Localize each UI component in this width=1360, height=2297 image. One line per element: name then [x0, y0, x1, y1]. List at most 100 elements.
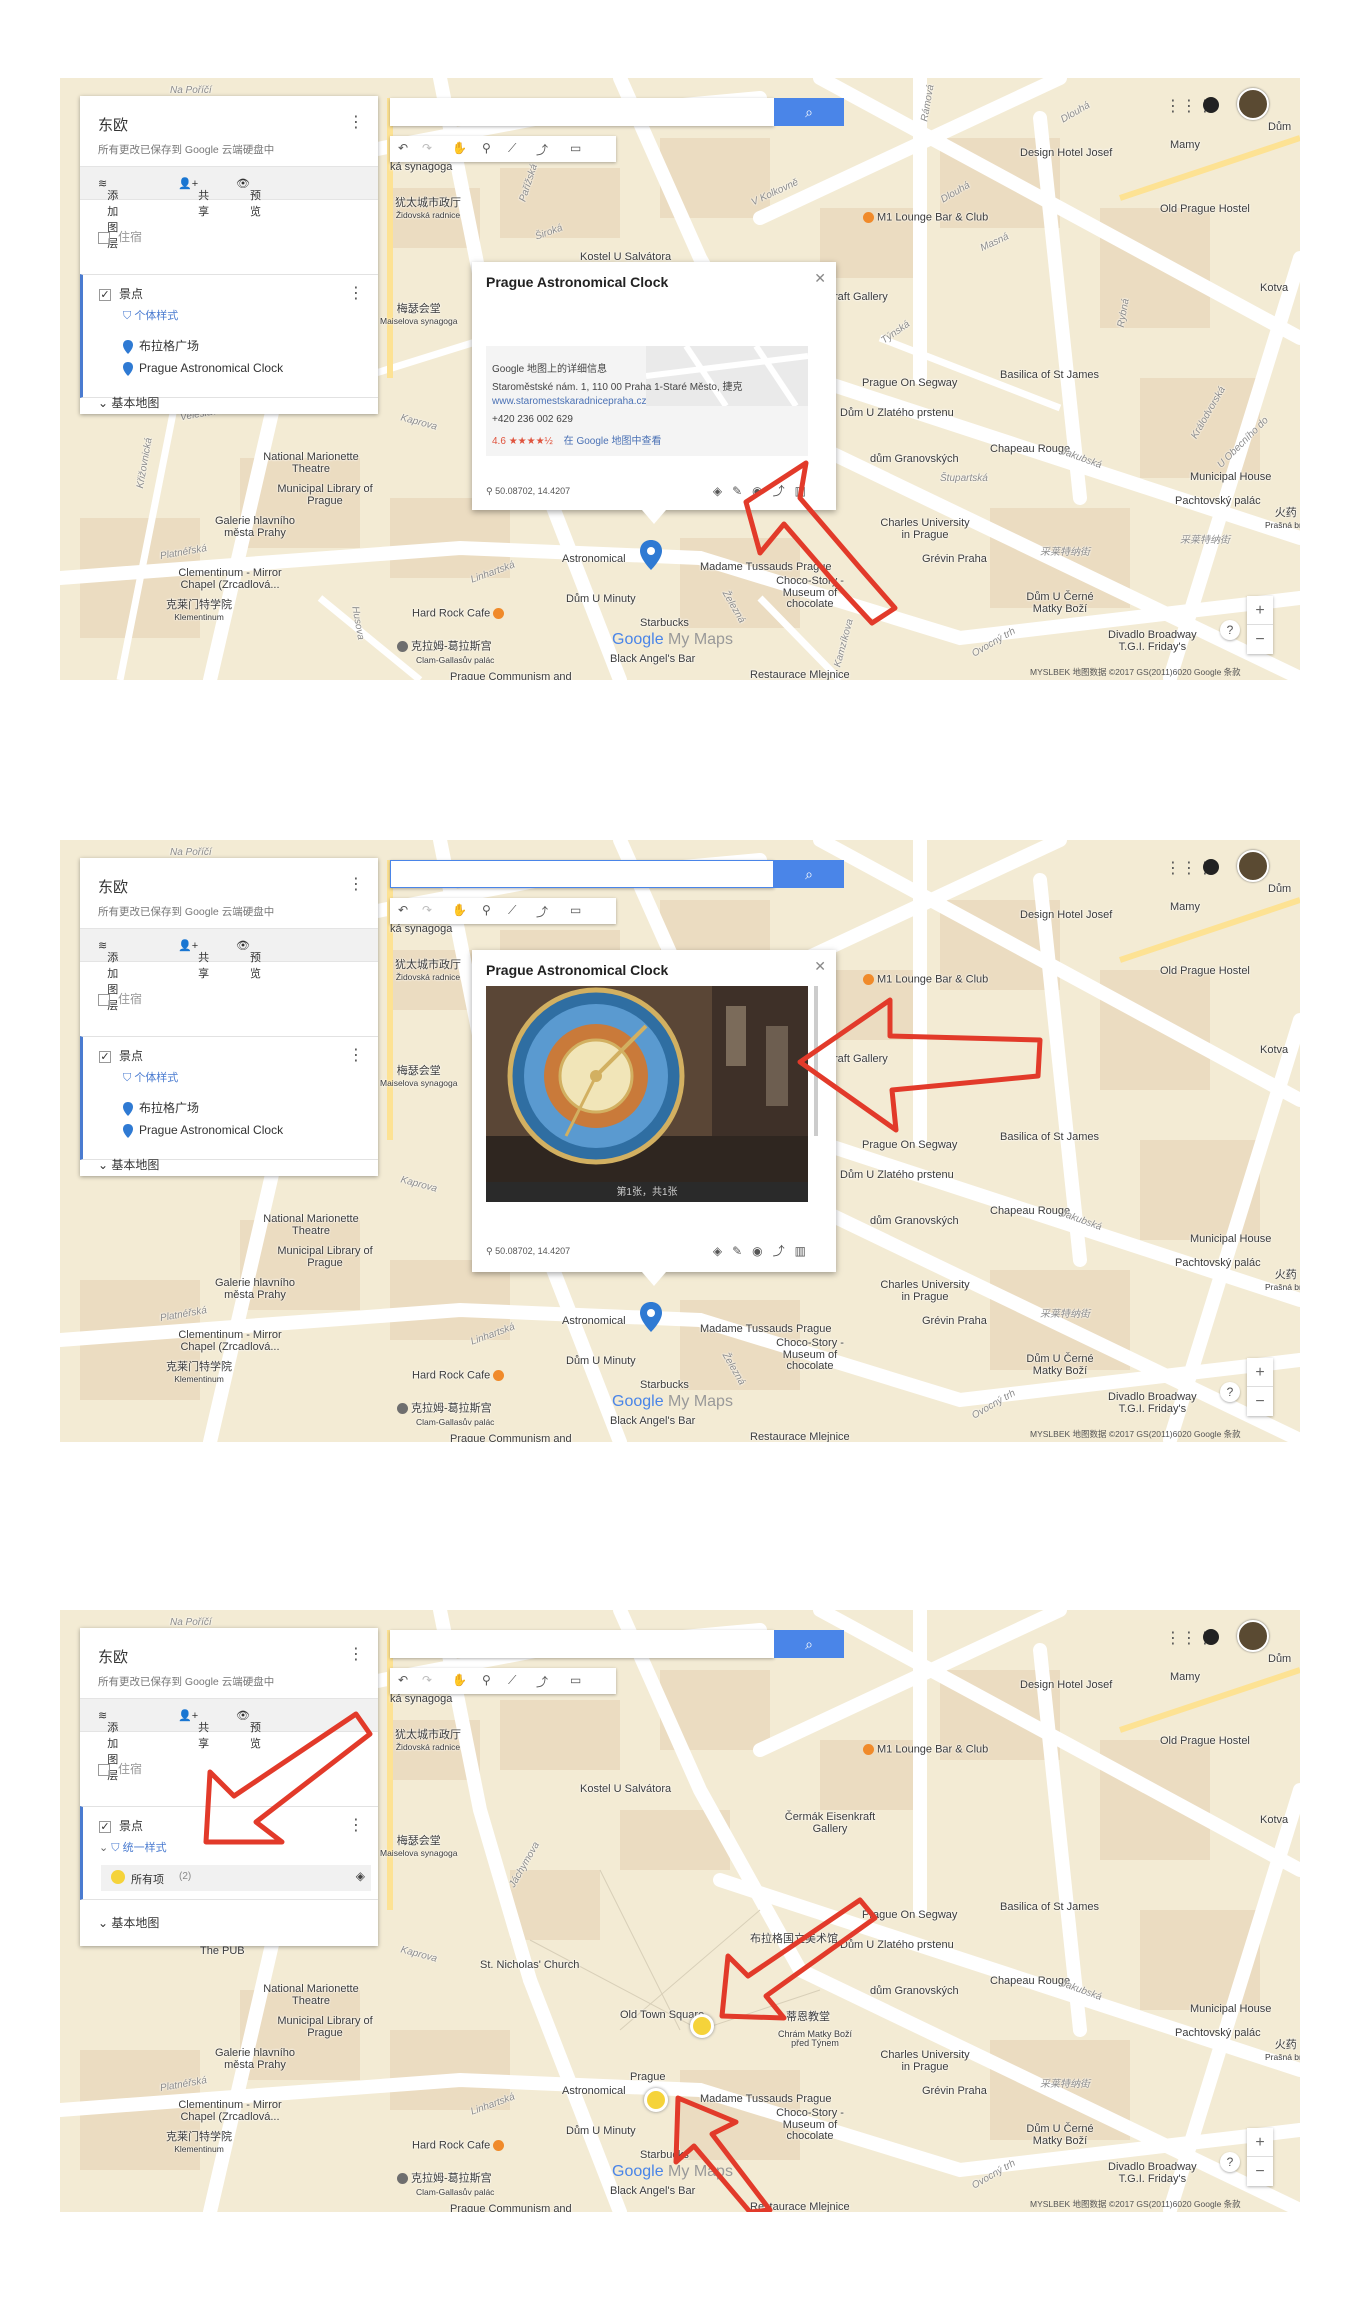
- line-icon[interactable]: ⟋: [508, 141, 516, 156]
- preview-button[interactable]: 👁 预览: [236, 939, 261, 980]
- notifications-icon[interactable]: [1203, 859, 1219, 875]
- close-icon[interactable]: ✕: [814, 270, 826, 287]
- directions-icon[interactable]: ⤴: [536, 903, 548, 920]
- avatar[interactable]: [1237, 850, 1269, 882]
- checkbox-icon[interactable]: [98, 993, 110, 1006]
- hand-icon[interactable]: ✋: [452, 903, 467, 917]
- add-layer-button[interactable]: ≋ 添加图层: [98, 1709, 118, 1782]
- add-layer-button[interactable]: ≋ 添加图层: [98, 177, 118, 250]
- close-icon[interactable]: ✕: [814, 958, 826, 975]
- all-items-row[interactable]: 所有项 (2) ◈: [101, 1865, 371, 1891]
- undo-icon[interactable]: ↶: [398, 141, 408, 155]
- hand-icon[interactable]: ✋: [452, 141, 467, 155]
- layer-options-icon[interactable]: ⋮: [348, 1815, 364, 1835]
- chevron-down-icon[interactable]: ⌄: [99, 1842, 111, 1854]
- share-button[interactable]: 👤+ 共享: [178, 177, 209, 218]
- style-link[interactable]: ⌄ ⛉ 统一样式: [83, 1839, 381, 1855]
- map-title[interactable]: 东欧: [98, 1646, 128, 1667]
- place-item-2[interactable]: Prague Astronomical Clock: [83, 1123, 381, 1138]
- zoom-out-button[interactable]: −: [1247, 2157, 1273, 2186]
- edit-icon[interactable]: ✎: [732, 1244, 752, 1258]
- layer-options-icon[interactable]: ⋮: [348, 1045, 364, 1065]
- notifications-icon[interactable]: [1203, 97, 1219, 113]
- paint-bucket-icon[interactable]: ◈: [713, 1244, 732, 1258]
- directions-icon[interactable]: ⤴: [773, 484, 795, 498]
- line-icon[interactable]: ⟋: [508, 1673, 516, 1688]
- hand-icon[interactable]: ✋: [452, 1673, 467, 1687]
- zoom-in-button[interactable]: +: [1247, 1358, 1273, 1387]
- checkbox-icon[interactable]: [98, 1763, 110, 1776]
- map-title[interactable]: 东欧: [98, 876, 128, 897]
- checkbox-checked-icon[interactable]: ✓: [99, 1050, 111, 1063]
- layer-stay[interactable]: 住宿: [80, 228, 378, 245]
- ruler-icon[interactable]: ▭: [570, 1673, 581, 1687]
- more-options-icon[interactable]: ⋮: [348, 112, 364, 132]
- checkbox-icon[interactable]: [98, 231, 110, 244]
- layer-stay[interactable]: 住宿: [80, 990, 378, 1007]
- avatar[interactable]: [1237, 1620, 1269, 1652]
- basemap-row[interactable]: ⌄ 基本地图: [98, 394, 159, 411]
- undo-icon[interactable]: ↶: [398, 1673, 408, 1687]
- layer-stay[interactable]: 住宿: [80, 1760, 378, 1777]
- marker-old-town-square[interactable]: [690, 2014, 714, 2038]
- style-link[interactable]: ⛉ 个体样式: [83, 1069, 381, 1085]
- view-in-maps-link[interactable]: 在 Google 地图中查看: [564, 436, 662, 447]
- more-options-icon[interactable]: ⋮: [348, 874, 364, 894]
- directions-icon[interactable]: ⤴: [536, 141, 548, 158]
- notifications-icon[interactable]: [1203, 1629, 1219, 1645]
- basemap-row[interactable]: ⌄ 基本地图: [98, 1914, 159, 1931]
- help-icon[interactable]: ?: [1220, 620, 1240, 640]
- place-item-2[interactable]: Prague Astronomical Clock: [83, 361, 381, 376]
- search-input[interactable]: [390, 98, 774, 126]
- share-button[interactable]: 👤+ 共享: [178, 1709, 209, 1750]
- redo-icon[interactable]: ↷: [422, 141, 432, 155]
- place-item-1[interactable]: 布拉格广场: [83, 1099, 381, 1116]
- share-button[interactable]: 👤+ 共享: [178, 939, 209, 980]
- collapse-icon[interactable]: ⌄: [98, 1916, 111, 1930]
- help-icon[interactable]: ?: [1220, 2152, 1240, 2172]
- directions-icon[interactable]: ⤴: [773, 1244, 795, 1258]
- camera-icon[interactable]: ◉: [752, 484, 772, 498]
- help-icon[interactable]: ?: [1220, 1382, 1240, 1402]
- add-layer-button[interactable]: ≋ 添加图层: [98, 939, 118, 1012]
- marker-icon[interactable]: ⚲: [482, 903, 491, 917]
- more-options-icon[interactable]: ⋮: [348, 1644, 364, 1664]
- marker-icon[interactable]: ⚲: [482, 1673, 491, 1687]
- place-photo[interactable]: 第1张，共1张: [486, 986, 808, 1202]
- location-pin-icon[interactable]: [640, 540, 662, 570]
- checkbox-checked-icon[interactable]: ✓: [99, 1820, 111, 1833]
- redo-icon[interactable]: ↷: [422, 903, 432, 917]
- layer-sights-header[interactable]: ✓ 景点: [83, 1817, 381, 1834]
- search-button[interactable]: ⌕: [774, 98, 844, 126]
- place-website-link[interactable]: www.staromestskaradnicepraha.cz: [492, 396, 647, 407]
- marker-astronomical-clock[interactable]: [644, 2088, 668, 2112]
- layer-options-icon[interactable]: ⋮: [348, 283, 364, 303]
- delete-icon[interactable]: ▥: [795, 1244, 816, 1258]
- search-button[interactable]: ⌕: [774, 860, 844, 888]
- camera-icon[interactable]: ◉: [752, 1244, 772, 1258]
- place-item-1[interactable]: 布拉格广场: [83, 337, 381, 354]
- search-button[interactable]: ⌕: [774, 1630, 844, 1658]
- style-link[interactable]: ⛉ 个体样式: [83, 307, 381, 323]
- zoom-in-button[interactable]: +: [1247, 596, 1273, 625]
- ruler-icon[interactable]: ▭: [570, 141, 581, 155]
- collapse-icon[interactable]: ⌄: [98, 1158, 111, 1172]
- search-input[interactable]: [390, 1630, 774, 1658]
- location-pin-icon[interactable]: [640, 1302, 662, 1332]
- undo-icon[interactable]: ↶: [398, 903, 408, 917]
- marker-icon[interactable]: ⚲: [482, 141, 491, 155]
- basemap-row[interactable]: ⌄ 基本地图: [98, 1156, 159, 1173]
- preview-button[interactable]: 👁 预览: [236, 177, 261, 218]
- edit-icon[interactable]: ✎: [732, 484, 752, 498]
- redo-icon[interactable]: ↷: [422, 1673, 432, 1687]
- checkbox-checked-icon[interactable]: ✓: [99, 288, 111, 301]
- layer-sights-header[interactable]: ✓ 景点: [83, 1047, 381, 1064]
- layer-sights-header[interactable]: ✓ 景点: [83, 285, 381, 302]
- search-input[interactable]: [390, 860, 774, 888]
- delete-icon[interactable]: ▥: [795, 484, 816, 498]
- zoom-in-button[interactable]: +: [1247, 2128, 1273, 2157]
- ruler-icon[interactable]: ▭: [570, 903, 581, 917]
- paint-bucket-icon[interactable]: ◈: [713, 484, 732, 498]
- scrollbar[interactable]: [814, 986, 818, 1136]
- avatar[interactable]: [1237, 88, 1269, 120]
